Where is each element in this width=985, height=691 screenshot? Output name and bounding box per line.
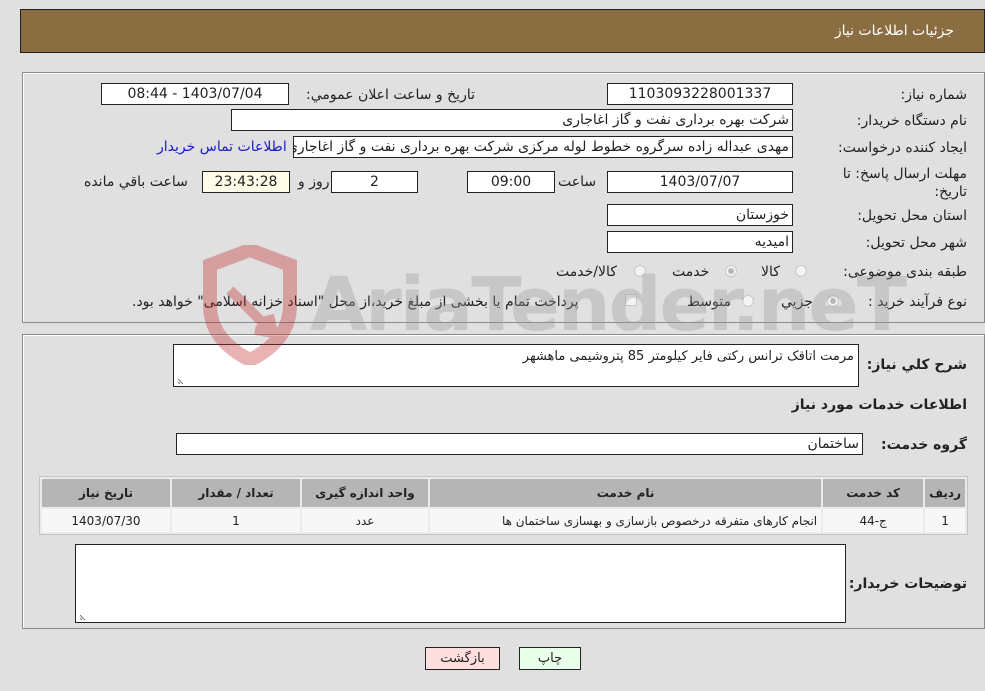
need-number-field[interactable]: 1103093228001337: [607, 83, 793, 105]
services-heading: اطلاعات خدمات مورد نیاز: [791, 397, 967, 413]
purchase-type-option-minor: جزيي: [781, 294, 813, 310]
col-unit: واحد اندازه گیری: [302, 479, 428, 507]
buyer-notes-textarea[interactable]: [75, 544, 846, 623]
treasury-checkbox[interactable]: [625, 294, 637, 306]
page-title: جزئیات اطلاعات نیاز: [834, 23, 954, 39]
category-option-service: خدمت: [672, 264, 710, 280]
cell-need-date: 1403/07/30: [42, 509, 170, 532]
service-group-field[interactable]: ساختمان: [176, 433, 863, 455]
col-quantity: تعداد / مقدار: [172, 479, 300, 507]
requester-label: ایجاد کننده درخواست:: [838, 140, 967, 156]
cell-unit: عدد: [302, 509, 428, 532]
province-label: استان محل تحویل:: [857, 208, 967, 224]
services-table: ردیف کد خدمت نام خدمت واحد اندازه گیری ت…: [39, 476, 968, 535]
service-group-label: گروه خدمت:: [881, 437, 967, 453]
buyer-contact-link[interactable]: اطلاعات تماس خریدار: [157, 139, 287, 155]
requester-field[interactable]: مهدی عبداله زاده سرگروه خطوط لوله مرکزی …: [293, 136, 793, 158]
cell-row-number: 1: [925, 509, 965, 532]
col-service-name: نام خدمت: [430, 479, 822, 507]
table-row: 1 ج-44 انجام کارهای متفرقه درخصوص بازساز…: [42, 509, 965, 532]
buyer-org-label: نام دستگاه خریدار:: [856, 113, 967, 129]
summary-label: شرح کلي نیاز:: [866, 357, 967, 373]
cell-service-name: انجام کارهای متفرقه درخصوص بازسازی و بهس…: [430, 509, 822, 532]
cell-service-code: ج-44: [823, 509, 924, 532]
summary-text: مرمت اتاقک ترانس رکتی فایر کیلومتر 85 پت…: [522, 349, 854, 364]
services-table-wrap: ردیف کد خدمت نام خدمت واحد اندازه گیری ت…: [39, 476, 968, 535]
announce-datetime-label: تاریخ و ساعت اعلان عمومي:: [306, 87, 475, 103]
resize-grip-icon[interactable]: [79, 612, 88, 621]
page-header: جزئیات اطلاعات نیاز: [20, 9, 985, 53]
back-button[interactable]: بازگشت: [425, 647, 500, 670]
print-button[interactable]: چاپ: [519, 647, 581, 670]
city-field[interactable]: امیدیه: [607, 231, 793, 253]
buyer-notes-label: توضیحات خریدار:: [848, 576, 967, 592]
need-number-label: شماره نیاز:: [900, 87, 968, 103]
category-option-goods: کالا: [761, 264, 780, 280]
deadline-date-field[interactable]: 1403/07/07: [607, 171, 793, 193]
category-radio-service[interactable]: [725, 265, 737, 277]
col-need-date: تاریخ نیاز: [42, 479, 170, 507]
buyer-org-field[interactable]: شرکت بهره برداری نفت و گاز اغاجاری: [231, 109, 793, 131]
purchase-type-radio-medium[interactable]: [742, 295, 754, 307]
deadline-time-field[interactable]: 09:00: [467, 171, 555, 193]
col-row-number: ردیف: [925, 479, 965, 507]
days-label: روز و: [298, 174, 330, 190]
announce-datetime-field[interactable]: 1403/07/04 - 08:44: [101, 83, 289, 105]
table-header-row: ردیف کد خدمت نام خدمت واحد اندازه گیری ت…: [42, 479, 965, 507]
col-service-code: کد خدمت: [823, 479, 924, 507]
time-remaining-field: 23:43:28: [202, 171, 290, 193]
deadline-time-label: ساعت: [558, 174, 597, 190]
category-option-goods-service: کالا/خدمت: [556, 264, 617, 280]
category-radio-goods[interactable]: [795, 265, 807, 277]
summary-textarea[interactable]: مرمت اتاقک ترانس رکتی فایر کیلومتر 85 پت…: [173, 344, 859, 387]
purchase-type-option-medium: متوسط: [687, 294, 731, 310]
province-field[interactable]: خوزستان: [607, 204, 793, 226]
category-label: طبقه بندی موضوعی:: [843, 264, 967, 280]
category-radio-goods-service[interactable]: [634, 265, 646, 277]
days-remaining-field[interactable]: 2: [331, 171, 418, 193]
cell-quantity: 1: [172, 509, 300, 532]
deadline-label: مهلت ارسال پاسخ: تا تاریخ:: [842, 166, 967, 200]
resize-grip-icon[interactable]: [177, 376, 186, 385]
time-remaining-label: ساعت باقي مانده: [84, 174, 188, 190]
treasury-note: پرداخت تمام یا بخشی از مبلغ خرید،از محل …: [132, 294, 579, 310]
purchase-type-label: نوع فرآیند خرید :: [868, 294, 967, 310]
city-label: شهر محل تحویل:: [865, 235, 967, 251]
purchase-type-radio-minor[interactable]: [827, 295, 839, 307]
